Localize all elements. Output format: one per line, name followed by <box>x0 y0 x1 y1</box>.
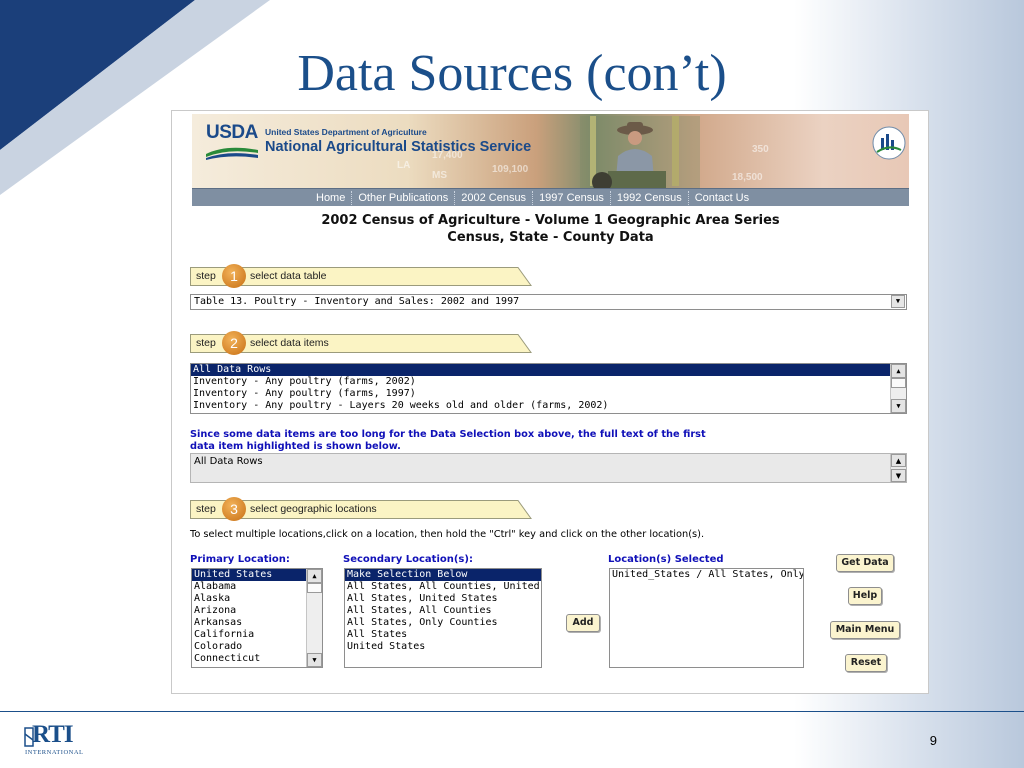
scroll-down-icon[interactable]: ▼ <box>307 653 322 667</box>
dropdown-arrow-icon[interactable]: ▼ <box>891 295 905 308</box>
list-item[interactable]: All States, Only Counties <box>345 617 541 629</box>
nass-banner: USDA United States Department of Agricul… <box>192 114 909 191</box>
full-text-box: All Data Rows ▲ ▼ <box>190 453 907 483</box>
nav-1997-census[interactable]: 1997 Census <box>532 190 610 205</box>
scrollbar[interactable]: ▲ ▼ <box>890 364 906 413</box>
scrollbar[interactable]: ▲ ▼ <box>306 569 322 667</box>
list-item[interactable]: Connecticut <box>192 653 322 665</box>
secondary-location-listbox[interactable]: Make Selection Below All States, All Cou… <box>344 568 542 668</box>
selection-instructions: To select multiple locations,click on a … <box>190 529 705 540</box>
step-number-badge: 2 <box>222 331 246 355</box>
list-item[interactable]: United States <box>345 641 541 653</box>
scroll-thumb[interactable] <box>891 378 906 388</box>
scrollbar[interactable]: ▲ ▼ <box>890 454 906 482</box>
list-item[interactable]: All States, United States <box>345 593 541 605</box>
list-item[interactable]: California <box>192 629 322 641</box>
step-2-header: step 2 select data items <box>190 331 532 355</box>
usda-logo: USDA <box>206 122 258 160</box>
list-item[interactable]: All States <box>345 629 541 641</box>
list-item[interactable]: Inventory - Any poultry (farms, 2002) <box>191 376 906 388</box>
rti-logo: RTI INTERNATIONAL <box>24 721 84 756</box>
data-item-note: Since some data items are too long for t… <box>190 429 706 452</box>
scroll-up-icon[interactable]: ▲ <box>891 454 906 467</box>
banner-decor-number: 17,400 <box>432 150 463 161</box>
main-menu-button[interactable]: Main Menu <box>830 621 900 639</box>
add-button[interactable]: Add <box>566 614 600 632</box>
list-item[interactable]: Alabama <box>192 581 322 593</box>
farmer-tractor-image <box>580 116 700 191</box>
list-item[interactable]: Make Selection Below <box>345 569 541 581</box>
nav-bar: Home Other Publications 2002 Census 1997… <box>192 188 909 206</box>
data-items-listbox[interactable]: All Data Rows Inventory - Any poultry (f… <box>190 363 907 414</box>
primary-location-label: Primary Location: <box>190 554 290 565</box>
nass-screenshot: USDA United States Department of Agricul… <box>171 110 929 694</box>
banner-decor-number: 109,100 <box>492 164 529 175</box>
scroll-up-icon[interactable]: ▲ <box>891 364 906 378</box>
step-number-badge: 3 <box>222 497 246 521</box>
get-data-button[interactable]: Get Data <box>836 554 894 572</box>
selected-locations-label: Location(s) Selected <box>608 554 724 565</box>
nav-other-publications[interactable]: Other Publications <box>351 190 454 205</box>
nass-seal-icon <box>872 126 906 160</box>
list-item[interactable]: Alaska <box>192 593 322 605</box>
scroll-thumb[interactable] <box>307 583 322 593</box>
list-item[interactable]: All States, All Counties, United State <box>345 581 541 593</box>
list-item[interactable]: United_States / All States, Only Cou <box>610 569 803 581</box>
step-1-header: step 1 select data table <box>190 264 532 288</box>
step-number-badge: 1 <box>222 264 246 288</box>
banner-decor-number: 18,500 <box>732 172 763 183</box>
list-item[interactable]: All Data Rows <box>191 364 906 376</box>
page-number: 9 <box>929 733 937 748</box>
nav-2002-census[interactable]: 2002 Census <box>454 190 532 205</box>
reset-button[interactable]: Reset <box>845 654 887 672</box>
step-3-header: step 3 select geographic locations <box>190 497 532 521</box>
footer-divider <box>0 711 1024 712</box>
agency-name: National Agricultural Statistics Service <box>265 139 532 155</box>
selected-locations-listbox[interactable]: United_States / All States, Only Cou <box>609 568 804 668</box>
page-title: 2002 Census of Agriculture - Volume 1 Ge… <box>321 213 780 245</box>
nav-1992-census[interactable]: 1992 Census <box>609 190 688 205</box>
secondary-location-label: Secondary Location(s): <box>343 554 473 565</box>
banner-decor-number: 350 <box>752 144 769 155</box>
list-item[interactable]: Arizona <box>192 605 322 617</box>
help-button[interactable]: Help <box>848 587 882 605</box>
list-item[interactable]: Arkansas <box>192 617 322 629</box>
nav-home[interactable]: Home <box>310 191 351 205</box>
department-name: United States Department of Agriculture <box>265 127 427 137</box>
list-item[interactable]: Inventory - Any poultry - Layers 20 week… <box>191 400 906 412</box>
list-item[interactable]: Colorado <box>192 641 322 653</box>
nav-contact-us[interactable]: Contact Us <box>687 190 755 205</box>
data-table-select[interactable]: Table 13. Poultry - Inventory and Sales:… <box>190 294 907 310</box>
primary-location-listbox[interactable]: United States Alabama Alaska Arizona Ark… <box>191 568 323 668</box>
scroll-up-icon[interactable]: ▲ <box>307 569 322 583</box>
list-item[interactable]: All States, All Counties <box>345 605 541 617</box>
usda-hills-icon <box>206 147 258 160</box>
banner-decor-number: MS <box>432 170 447 181</box>
scroll-down-icon[interactable]: ▼ <box>891 469 906 482</box>
scroll-down-icon[interactable]: ▼ <box>891 399 906 413</box>
banner-decor-number: LA <box>397 160 411 171</box>
list-item[interactable]: Inventory - Any poultry (farms, 1997) <box>191 388 906 400</box>
slide-title: Data Sources (con’t) <box>297 45 727 102</box>
list-item[interactable]: United States <box>192 569 322 581</box>
